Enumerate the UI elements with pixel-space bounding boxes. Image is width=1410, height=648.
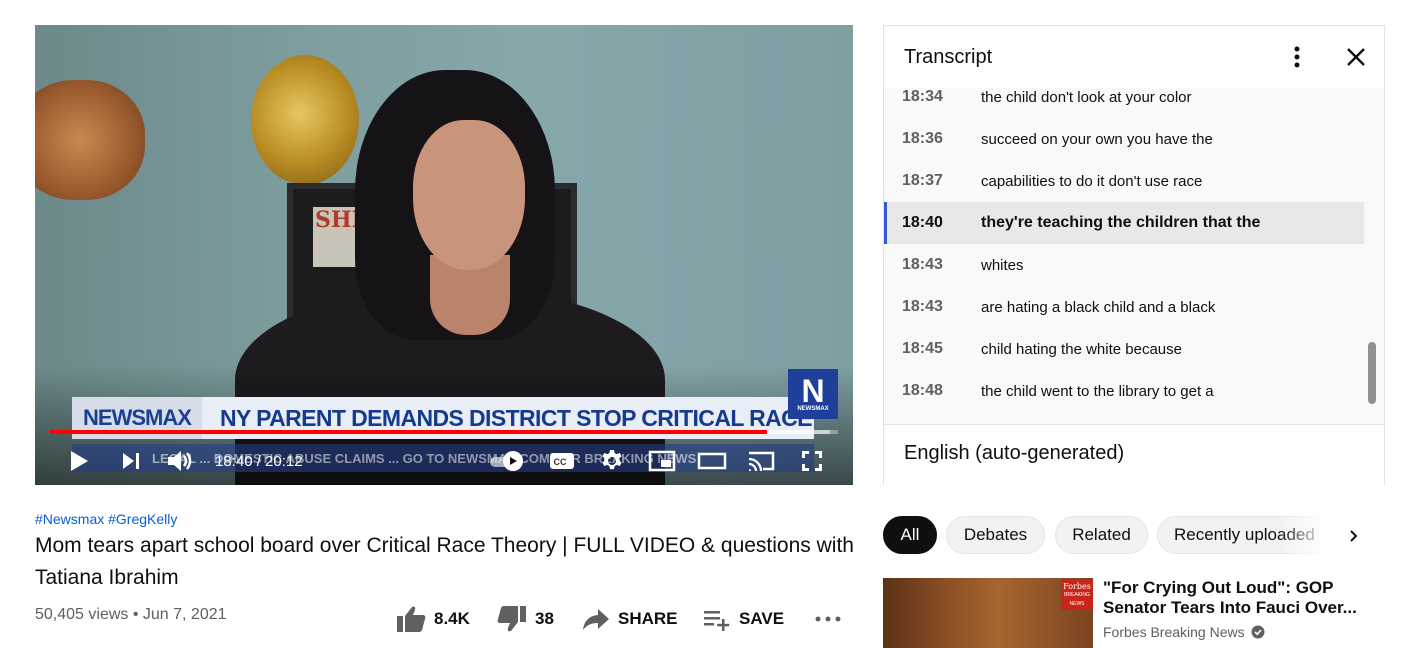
hashtags-link[interactable]: #Newsmax #GregKelly	[35, 511, 177, 527]
transcript-segment[interactable]: 18:37 capabilities to do it don't use rac…	[884, 160, 1364, 202]
settings-button[interactable]	[598, 447, 626, 475]
like-button[interactable]: 8.4K	[396, 604, 470, 634]
svg-text:CC: CC	[554, 457, 567, 467]
save-label: SAVE	[739, 609, 785, 628]
transcript-scrollbar[interactable]	[1368, 342, 1376, 404]
transcript-segment-list[interactable]: 18:34 the child don't look at your color 1…	[884, 88, 1384, 424]
segment-timestamp: 18:43	[902, 256, 943, 273]
theater-icon	[697, 452, 727, 470]
segment-timestamp: 18:34	[902, 88, 943, 105]
autoplay-knob[interactable]	[503, 451, 523, 471]
video-title: Mom tears apart school board over Critic…	[35, 534, 854, 589]
volume-icon	[168, 451, 192, 471]
share-arrow-icon	[583, 609, 609, 630]
transcript-panel: Transcript 18:34 the child don't look at …	[883, 25, 1385, 485]
cast-icon	[748, 451, 775, 472]
transcript-segment[interactable]: 18:48 the child went to the library to ge…	[884, 370, 1364, 412]
transcript-segment[interactable]: 18:36 succeed on your own you have the	[884, 118, 1364, 160]
next-icon	[123, 453, 139, 469]
network-logo: N NEWSMAX	[788, 369, 838, 419]
more-horizontal-icon	[815, 616, 841, 622]
related-video-channel[interactable]: Forbes Breaking News	[1103, 624, 1265, 640]
next-button[interactable]	[117, 447, 145, 475]
autoplay-play-icon	[510, 457, 517, 465]
segment-text: the child went to the library to get a	[981, 382, 1214, 400]
thumbs-up-icon	[397, 606, 426, 632]
segment-timestamp: 18:48	[902, 382, 943, 399]
thumbs-down-icon	[497, 606, 526, 632]
transcript-close-button[interactable]	[1344, 45, 1368, 69]
time-display: 18:40 / 20:12	[215, 453, 303, 470]
chevron-right-icon	[1350, 530, 1358, 542]
captions-button[interactable]: CC	[548, 447, 576, 475]
related-video-title[interactable]: "For Crying Out Loud": GOP Senator Tears…	[1103, 578, 1365, 618]
progress-bar[interactable]	[50, 430, 838, 434]
transcript-segment[interactable]: 18:34 the child don't look at your color	[884, 88, 1364, 118]
transcript-header: Transcript	[884, 26, 1384, 88]
play-button[interactable]	[65, 447, 93, 475]
transcript-title: Transcript	[904, 46, 993, 68]
play-icon	[71, 451, 88, 471]
segment-text: succeed on your own you have the	[981, 130, 1213, 148]
forbes-badge: Forbes BREAKING NEWS	[1061, 580, 1093, 610]
share-button[interactable]: SHARE	[582, 604, 678, 634]
playlist-add-icon	[704, 611, 730, 631]
miniplayer-button[interactable]	[647, 447, 677, 475]
more-vertical-icon	[1294, 46, 1300, 68]
player-controls: 18:40 / 20:12 CC	[35, 443, 853, 479]
segment-timestamp: 18:37	[902, 172, 943, 189]
transcript-segment[interactable]: 18:43 are hating a black child and a blac…	[884, 286, 1364, 328]
speaker-face	[413, 120, 525, 270]
transcript-menu-button[interactable]	[1286, 44, 1308, 70]
miniplayer-icon	[648, 450, 676, 472]
transcript-segment[interactable]: 18:43 whites	[884, 244, 1364, 286]
wall-plate	[251, 55, 359, 185]
segment-text: whites	[981, 256, 1024, 274]
progress-fill	[50, 430, 768, 434]
theater-button[interactable]	[696, 447, 728, 475]
chip-related[interactable]: Related	[1055, 516, 1148, 554]
cast-button[interactable]	[745, 447, 777, 475]
related-video-thumbnail[interactable]: Forbes BREAKING NEWS	[883, 578, 1093, 648]
transcript-segment[interactable]: 18:45 child hating the white because	[884, 328, 1364, 370]
more-actions-button[interactable]	[814, 604, 842, 634]
segment-text: child hating the white because	[981, 340, 1182, 358]
chip-debates[interactable]: Debates	[946, 516, 1045, 554]
dislike-count: 38	[535, 609, 554, 628]
close-icon	[1347, 48, 1365, 66]
fullscreen-button[interactable]	[797, 447, 827, 475]
transcript-segment[interactable]: 18:40 they're teaching the children that …	[884, 202, 1364, 244]
segment-timestamp: 18:43	[902, 298, 943, 315]
chip-all[interactable]: All	[883, 516, 937, 554]
chips-next-button[interactable]	[1344, 526, 1364, 546]
segment-text: the child don't look at your color	[981, 88, 1192, 106]
captions-icon: CC	[550, 453, 574, 469]
like-count: 8.4K	[434, 609, 470, 628]
segment-text: capabilities to do it don't use race	[981, 172, 1203, 190]
settings-icon	[602, 450, 622, 470]
wall-decoration-left	[35, 80, 145, 200]
transcript-footer: English (auto-generated)	[884, 424, 1384, 485]
segment-timestamp: 18:40	[902, 214, 943, 231]
segment-text: they're teaching the children that the	[981, 214, 1261, 231]
dislike-button[interactable]: 38	[497, 604, 554, 634]
view-count-date: 50,405 views • Jun 7, 2021	[35, 606, 227, 623]
video-player[interactable]: SHE UL NEWSMAX NY PARENT DEMANDS DISTRIC…	[35, 25, 853, 485]
fullscreen-icon	[802, 451, 822, 471]
share-label: SHARE	[618, 609, 678, 628]
save-button[interactable]: SAVE	[703, 604, 784, 634]
segment-text: are hating a black child and a black	[981, 298, 1216, 316]
mute-button[interactable]	[163, 447, 197, 475]
segment-timestamp: 18:36	[902, 130, 943, 147]
segment-timestamp: 18:45	[902, 340, 943, 357]
transcript-language-select[interactable]: English (auto-generated)	[904, 442, 1124, 465]
